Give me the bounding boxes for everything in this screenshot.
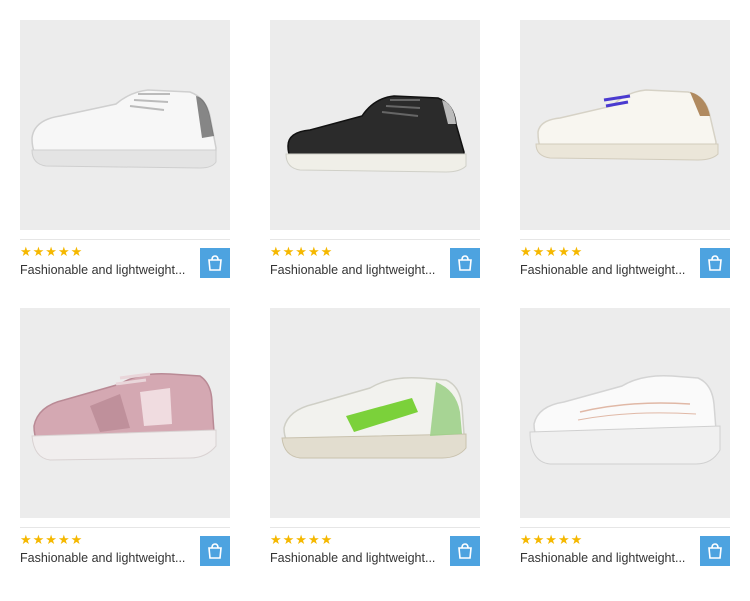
product-card[interactable]: ★★★★★ Fashionable and lightweight... (20, 20, 230, 280)
white-green-sneaker-image (281, 376, 467, 459)
shopping-bag-icon (458, 255, 472, 271)
product-image[interactable] (270, 20, 480, 230)
white-tan-sneaker-image (535, 89, 719, 161)
product-title[interactable]: Fashionable and lightweight... (520, 263, 685, 277)
pink-running-shoe-image (31, 372, 217, 461)
add-to-cart-button[interactable] (700, 248, 730, 278)
divider (520, 239, 730, 240)
product-card[interactable]: ★★★★★ Fashionable and lightweight... (20, 308, 230, 568)
rating-stars: ★★★★★ (520, 244, 584, 259)
add-to-cart-button[interactable] (700, 536, 730, 566)
product-image[interactable] (520, 308, 730, 518)
divider (20, 527, 230, 528)
product-image[interactable] (520, 20, 730, 230)
product-image[interactable] (20, 308, 230, 518)
add-to-cart-button[interactable] (450, 536, 480, 566)
product-card[interactable]: ★★★★★ Fashionable and lightweight... (270, 20, 480, 280)
product-card[interactable]: ★★★★★ Fashionable and lightweight... (520, 20, 730, 280)
divider (520, 527, 730, 528)
product-title[interactable]: Fashionable and lightweight... (20, 263, 185, 277)
product-title[interactable]: Fashionable and lightweight... (270, 263, 435, 277)
divider (270, 239, 480, 240)
product-card[interactable]: ★★★★★ Fashionable and lightweight... (520, 308, 730, 568)
product-image[interactable] (270, 308, 480, 518)
add-to-cart-button[interactable] (200, 248, 230, 278)
black-sneaker-image (285, 95, 467, 173)
rating-stars: ★★★★★ (20, 532, 84, 547)
rating-stars: ★★★★★ (520, 532, 584, 547)
white-sneaker-image (31, 89, 217, 169)
rating-stars: ★★★★★ (270, 244, 334, 259)
product-title[interactable]: Fashionable and lightweight... (20, 551, 185, 565)
product-card[interactable]: ★★★★★ Fashionable and lightweight... (270, 308, 480, 568)
rating-stars: ★★★★★ (20, 244, 84, 259)
divider (20, 239, 230, 240)
white-chunky-sneaker-image (529, 374, 721, 465)
product-title[interactable]: Fashionable and lightweight... (270, 551, 435, 565)
product-image[interactable] (20, 20, 230, 230)
divider (270, 527, 480, 528)
product-title[interactable]: Fashionable and lightweight... (520, 551, 685, 565)
add-to-cart-button[interactable] (450, 248, 480, 278)
shopping-bag-icon (208, 543, 222, 559)
shopping-bag-icon (708, 543, 722, 559)
shopping-bag-icon (708, 255, 722, 271)
rating-stars: ★★★★★ (270, 532, 334, 547)
shopping-bag-icon (208, 255, 222, 271)
shopping-bag-icon (458, 543, 472, 559)
add-to-cart-button[interactable] (200, 536, 230, 566)
